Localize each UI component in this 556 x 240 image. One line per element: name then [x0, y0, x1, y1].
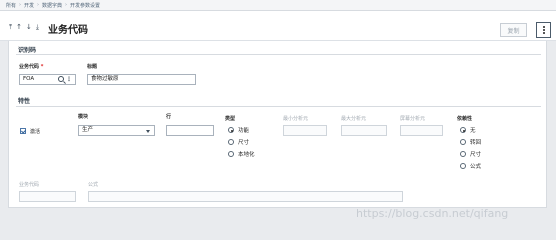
chevron-down-icon	[146, 130, 150, 133]
radio-icon	[228, 139, 234, 145]
business-code-input[interactable]: FOA ⋮	[19, 74, 76, 85]
dependency-label: 依赖性	[457, 116, 473, 122]
breadcrumb-separator: ›	[37, 2, 40, 8]
radio-icon	[460, 163, 466, 169]
row-label: 行	[166, 114, 172, 120]
breadcrumb-item-dev[interactable]: 开发	[24, 2, 34, 9]
breadcrumb-separator: ›	[65, 2, 68, 8]
radio-selected-icon	[460, 127, 466, 133]
first-record-icon[interactable]: ⤒	[9, 23, 12, 32]
module-select[interactable]: 生产	[78, 125, 155, 136]
activate-label: 激活	[30, 129, 41, 135]
more-options-icon[interactable]: ⋮	[66, 75, 72, 84]
title-label: 标题	[87, 64, 98, 70]
type-option-localization[interactable]: 本地化	[228, 150, 255, 158]
page-title: 业务代码	[48, 25, 88, 36]
min-fraction-input	[283, 125, 327, 136]
watermark-text: https://blog.csdn.net/qifang	[356, 207, 509, 220]
previous-record-icon[interactable]: ↑	[16, 23, 22, 32]
screen-fraction-label: 屏幕分析元	[400, 116, 426, 122]
section-divider	[16, 54, 541, 55]
radio-icon	[228, 151, 234, 157]
radio-icon	[460, 139, 466, 145]
activate-checkbox[interactable]	[20, 128, 26, 134]
type-option-dimension[interactable]: 尺寸	[228, 138, 249, 146]
last-record-icon[interactable]: ⤓	[36, 23, 39, 32]
dependency-option-formula[interactable]: 公式	[460, 162, 481, 170]
type-option-function[interactable]: 功能	[228, 126, 249, 134]
dependency-option-none[interactable]: 无	[460, 126, 476, 134]
row-input[interactable]	[166, 125, 214, 136]
breadcrumb-bar: 所有 › 开发 › 数据字典 › 开发参数设置	[0, 0, 556, 11]
section-title-identification: 识别码	[18, 47, 37, 54]
breadcrumb-separator: ›	[19, 2, 22, 8]
form-panel: 识别码 业务代码 * FOA ⋮ 标题 食物过敏原 特性 激活 模块 生产 行 …	[8, 41, 547, 208]
more-vertical-icon	[542, 26, 545, 34]
max-fraction-input	[341, 125, 387, 136]
dependency-option-dimension[interactable]: 尺寸	[460, 150, 481, 158]
record-navigation: ⤒ ↑ ↓ ⤓	[9, 23, 39, 32]
footer-business-code-label: 业务代码	[19, 182, 40, 188]
title-input[interactable]: 食物过敏原	[87, 74, 196, 85]
breadcrumb-item-settings[interactable]: 开发参数设置	[70, 2, 100, 9]
copy-button[interactable]: 复制	[500, 23, 527, 37]
max-fraction-label: 最大分析元	[341, 116, 367, 122]
title-bar: ⤒ ↑ ↓ ⤓ 业务代码 复制	[0, 11, 556, 41]
business-code-label: 业务代码 *	[19, 64, 44, 70]
formula-input	[88, 191, 403, 202]
breadcrumb: 所有 › 开发 › 数据字典 › 开发参数设置	[6, 2, 100, 9]
next-record-icon[interactable]: ↓	[26, 23, 32, 32]
min-fraction-label: 最小分析元	[283, 116, 309, 122]
required-marker: *	[40, 64, 44, 70]
more-actions-button[interactable]	[536, 22, 551, 38]
section-title-characteristics: 特性	[18, 98, 31, 105]
footer-business-code-input	[19, 191, 76, 202]
dependency-option-reverse[interactable]: 转回	[460, 138, 481, 146]
radio-icon	[460, 151, 466, 157]
type-label: 类型	[225, 116, 236, 122]
section-divider	[16, 106, 541, 107]
screen-fraction-input	[400, 125, 443, 136]
breadcrumb-item-all[interactable]: 所有	[6, 2, 16, 9]
radio-selected-icon	[228, 127, 234, 133]
module-label: 模块	[78, 114, 89, 120]
formula-label: 公式	[88, 182, 99, 188]
search-icon[interactable]	[58, 76, 64, 82]
breadcrumb-item-dictionary[interactable]: 数据字典	[42, 2, 62, 9]
